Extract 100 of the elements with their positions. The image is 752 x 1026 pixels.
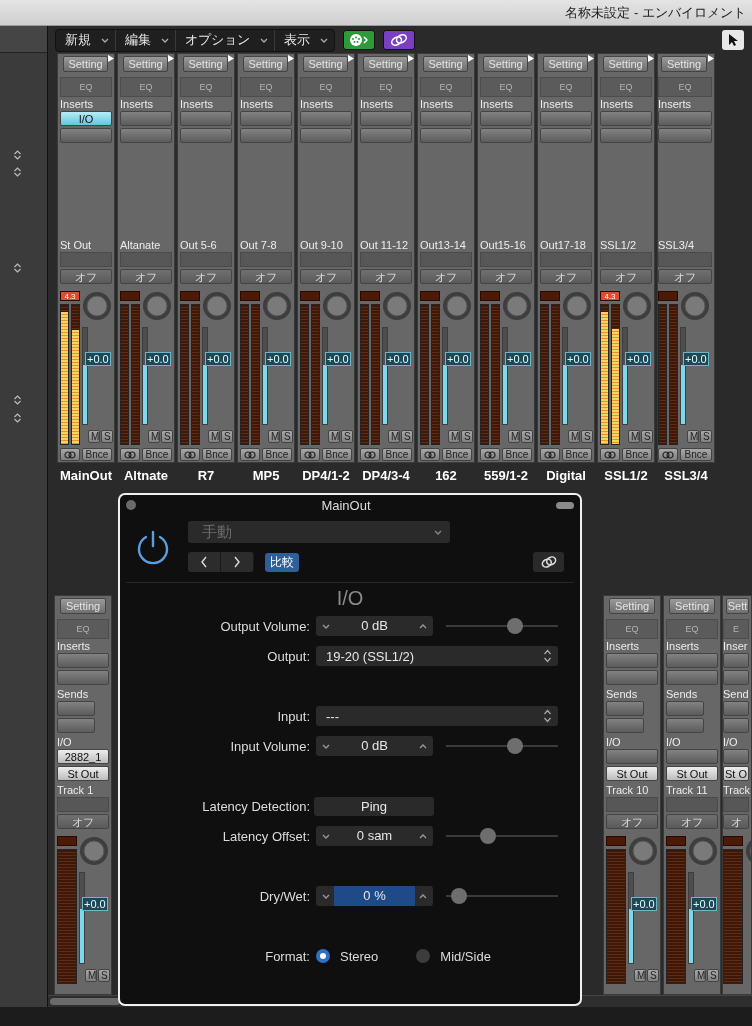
eq-button[interactable]: EQ: [600, 77, 652, 98]
insert-slot[interactable]: [723, 653, 749, 669]
radio-button[interactable]: [416, 949, 431, 963]
insert-slot[interactable]: [300, 111, 352, 127]
setting-button[interactable]: Setting: [363, 56, 408, 73]
ping-button[interactable]: Ping: [314, 796, 434, 816]
stereo-link-button[interactable]: [600, 448, 620, 462]
name-field[interactable]: [540, 252, 592, 268]
fader-track[interactable]: [322, 327, 328, 426]
automation-button[interactable]: オフ: [420, 269, 472, 285]
fader-track[interactable]: [622, 327, 628, 426]
value-stepper[interactable]: 0 %: [316, 886, 433, 906]
fader-track[interactable]: [502, 327, 508, 426]
mute-button[interactable]: M: [328, 430, 340, 444]
eq-button[interactable]: EQ: [180, 77, 232, 98]
automation-button[interactable]: オフ: [57, 814, 109, 830]
setting-button[interactable]: Setting: [423, 56, 468, 73]
insert-slot[interactable]: [606, 653, 658, 669]
insert-slot[interactable]: [658, 128, 712, 144]
name-field[interactable]: [600, 252, 652, 268]
setting-button[interactable]: Setting: [483, 56, 528, 73]
fader-track[interactable]: [262, 327, 268, 426]
insert-slot[interactable]: I/O: [60, 111, 112, 127]
eq-button[interactable]: EQ: [120, 77, 172, 98]
automation-button[interactable]: オ: [723, 814, 749, 830]
automation-button[interactable]: オフ: [360, 269, 412, 285]
input-slot[interactable]: [723, 749, 749, 765]
insert-slot[interactable]: [240, 128, 292, 144]
send-slot[interactable]: [666, 718, 704, 734]
insert-slot[interactable]: [666, 653, 718, 669]
slider-thumb[interactable]: [450, 888, 467, 904]
eq-button[interactable]: EQ: [480, 77, 532, 98]
menu-button[interactable]: オプション: [176, 29, 275, 51]
send-slot[interactable]: [606, 718, 644, 734]
bounce-button[interactable]: Bnce: [82, 448, 112, 462]
insert-slot[interactable]: [180, 111, 232, 127]
value-stepper[interactable]: 0 sam: [316, 826, 433, 846]
insert-slot[interactable]: [658, 111, 712, 127]
bounce-button[interactable]: Bnce: [442, 448, 472, 462]
output-slot[interactable]: St O: [723, 766, 749, 782]
insert-slot[interactable]: [420, 111, 472, 127]
automation-button[interactable]: オフ: [600, 269, 652, 285]
stereo-link-button[interactable]: [360, 448, 380, 462]
name-field[interactable]: [240, 252, 292, 268]
fader-track[interactable]: [562, 327, 568, 426]
fader-fill[interactable]: [563, 364, 567, 425]
solo-button[interactable]: S: [647, 969, 659, 983]
solo-button[interactable]: S: [341, 430, 353, 444]
bounce-button[interactable]: Bnce: [680, 448, 712, 462]
stereo-link-button[interactable]: [420, 448, 440, 462]
mute-button[interactable]: M: [268, 430, 280, 444]
eq-button[interactable]: EQ: [240, 77, 292, 98]
previous-button[interactable]: [188, 552, 221, 572]
slider-thumb[interactable]: [479, 828, 496, 844]
input-slot[interactable]: [666, 749, 718, 765]
mute-button[interactable]: M: [208, 430, 220, 444]
setting-button[interactable]: Setting: [243, 56, 288, 73]
setting-button[interactable]: Setting: [603, 56, 648, 73]
mute-button[interactable]: M: [634, 969, 646, 983]
automation-button[interactable]: オフ: [240, 269, 292, 285]
insert-slot[interactable]: [480, 128, 532, 144]
insert-slot[interactable]: [120, 128, 172, 144]
mute-button[interactable]: M: [148, 430, 160, 444]
fader-fill[interactable]: [263, 364, 267, 425]
next-button[interactable]: [221, 552, 254, 572]
eq-button[interactable]: EQ: [658, 77, 712, 98]
stereo-link-button[interactable]: [300, 448, 320, 462]
mute-button[interactable]: M: [568, 430, 580, 444]
pointer-tool-button[interactable]: [722, 30, 744, 51]
eq-button[interactable]: EQ: [540, 77, 592, 98]
output-slot[interactable]: St Out: [606, 766, 658, 782]
insert-slot[interactable]: [180, 128, 232, 144]
fader-track[interactable]: [688, 872, 694, 965]
fader-fill[interactable]: [623, 364, 627, 425]
automation-button[interactable]: オフ: [666, 814, 718, 830]
setting-button[interactable]: Setting: [63, 56, 108, 73]
scrollbar-thumb[interactable]: [50, 998, 120, 1006]
compare-button[interactable]: 比較: [265, 552, 299, 572]
solo-button[interactable]: S: [581, 430, 593, 444]
fader-track[interactable]: [142, 327, 148, 426]
input-slot[interactable]: [606, 749, 658, 765]
solo-button[interactable]: S: [101, 430, 113, 444]
name-field[interactable]: [60, 252, 112, 268]
eq-button[interactable]: EQ: [666, 619, 718, 640]
link-button[interactable]: [533, 552, 564, 572]
value-stepper[interactable]: 0 dB: [316, 736, 433, 756]
insert-slot[interactable]: [723, 670, 749, 686]
input-slot[interactable]: 2882_1: [57, 749, 109, 765]
automation-button[interactable]: オフ: [540, 269, 592, 285]
automation-button[interactable]: オフ: [120, 269, 172, 285]
stereo-link-button[interactable]: [240, 448, 260, 462]
insert-slot[interactable]: [57, 670, 109, 686]
solo-button[interactable]: S: [98, 969, 110, 983]
send-slot[interactable]: [606, 701, 644, 717]
solo-button[interactable]: S: [281, 430, 293, 444]
slider-thumb[interactable]: [507, 618, 524, 634]
stereo-link-button[interactable]: [540, 448, 560, 462]
send-slot[interactable]: [57, 701, 95, 717]
stereo-link-button[interactable]: [658, 448, 678, 462]
eq-button[interactable]: EQ: [606, 619, 658, 640]
